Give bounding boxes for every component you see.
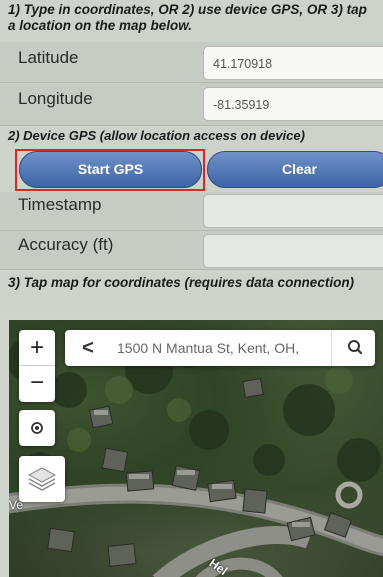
chevron-left-icon[interactable]: < [73, 330, 103, 366]
longitude-input[interactable]: -81.35919 [203, 87, 383, 121]
map-view[interactable]: Ve Hel + − < 1500 N Mantua St, Kent, OH, [9, 320, 383, 577]
layers-icon [27, 467, 57, 491]
section3-heading: 3) Tap map for coordinates (requires dat… [0, 273, 383, 313]
divider [0, 269, 383, 270]
latitude-row: Latitude 41.170918 [0, 42, 383, 82]
accuracy-field [203, 234, 383, 268]
timestamp-row: Timestamp [0, 192, 383, 230]
locate-button[interactable] [19, 410, 55, 446]
longitude-label: Longitude [18, 89, 93, 108]
timestamp-field [203, 194, 383, 228]
clear-button[interactable]: Clear [207, 151, 383, 188]
layers-button[interactable] [19, 456, 65, 502]
search-icon[interactable] [337, 330, 373, 366]
latitude-input[interactable]: 41.170918 [203, 46, 383, 80]
zoom-control: + − [19, 330, 55, 402]
start-gps-highlight [15, 149, 205, 191]
accuracy-label: Accuracy (ft) [18, 235, 114, 254]
divider [331, 330, 332, 366]
timestamp-label: Timestamp [18, 195, 102, 214]
section1-heading: 1) Type in coordinates, OR 2) use device… [0, 0, 383, 42]
accuracy-row: Accuracy (ft) [0, 231, 383, 269]
longitude-row: Longitude -81.35919 [0, 83, 383, 125]
zoom-in-button[interactable]: + [19, 330, 55, 366]
section2-heading: 2) Device GPS (allow location access on … [0, 126, 383, 148]
locate-icon [31, 422, 43, 434]
latitude-label: Latitude [18, 48, 79, 67]
address-search: < 1500 N Mantua St, Kent, OH, [65, 330, 375, 366]
search-input[interactable]: 1500 N Mantua St, Kent, OH, [117, 340, 299, 356]
zoom-out-button[interactable]: − [19, 366, 55, 401]
